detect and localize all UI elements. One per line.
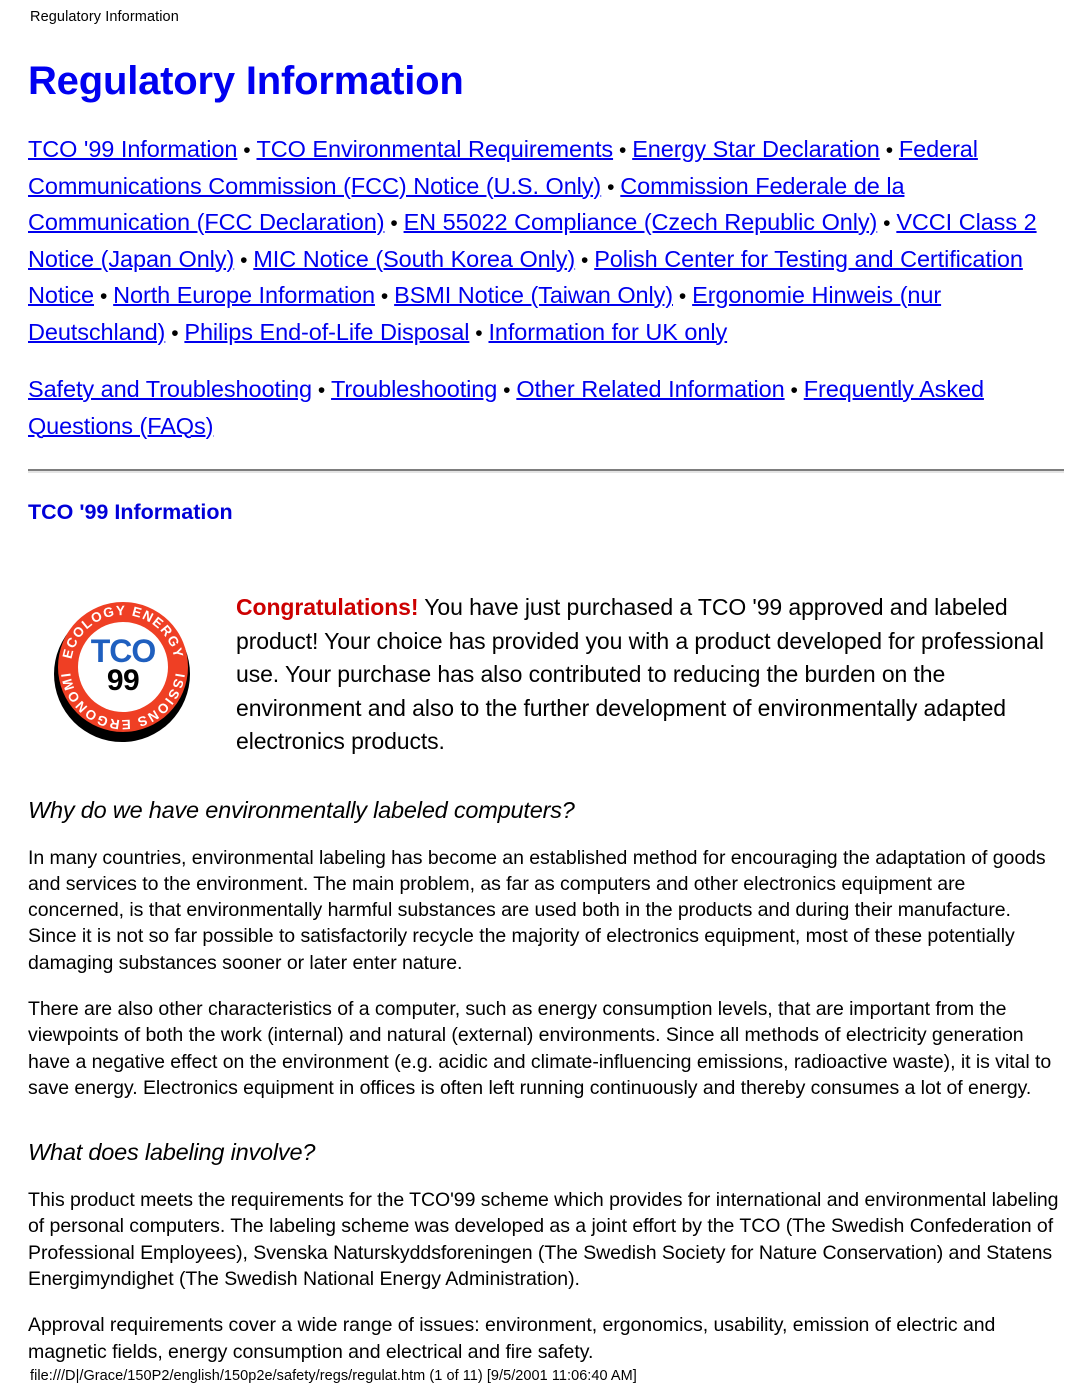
nav-separator: • [673, 285, 693, 308]
subheading-why-labeled: Why do we have environmentally labeled c… [28, 796, 575, 823]
paragraph-why-1: In many countries, environmental labelin… [28, 846, 1046, 974]
nav-separator: • [877, 212, 897, 235]
section-title-tco99: TCO '99 Information [28, 500, 233, 524]
document-page: Regulatory Information Regulatory Inform… [0, 0, 1080, 1397]
nav-separator: • [311, 379, 332, 402]
nav-separator: • [94, 285, 114, 308]
nav-link[interactable]: TCO '99 Information [28, 136, 237, 162]
document-content: Regulatory Information TCO '99 Informati… [28, 58, 1064, 1365]
nav-link[interactable]: Safety and Troubleshooting [28, 376, 312, 402]
running-header: Regulatory Information [30, 9, 179, 25]
logo-tco-word: TCO [90, 633, 157, 669]
logo-cell: ECOLOGY ENERGY EMISSIONS ERGONOMICS TCO … [28, 591, 236, 744]
nav-link[interactable]: MIC Notice (South Korea Only) [253, 246, 575, 272]
page-footer-path: file:///D|/Grace/150P2/english/150p2e/sa… [30, 1368, 637, 1384]
nav-separator: • [879, 139, 899, 162]
nav-link[interactable]: Troubleshooting [331, 376, 497, 402]
nav-link-group-secondary: Safety and Troubleshooting • Troubleshoo… [28, 372, 1064, 443]
section-divider [28, 469, 1064, 473]
nav-separator: • [375, 285, 395, 308]
nav-separator: • [613, 139, 633, 162]
nav-link[interactable]: North Europe Information [113, 282, 375, 308]
nav-link-group-primary: TCO '99 Information • TCO Environmental … [28, 132, 1064, 351]
nav-separator: • [234, 248, 254, 272]
nav-link[interactable]: Other Related Information [516, 376, 784, 402]
nav-separator: • [165, 321, 185, 345]
nav-separator: • [601, 175, 621, 199]
paragraph-why-2: There are also other characteristics of … [28, 997, 1052, 1099]
congratulations-paragraph: Congratulations! You have just purchased… [236, 591, 1064, 759]
subheading-what-labeling: What does labeling involve? [28, 1139, 316, 1166]
nav-separator: • [784, 379, 804, 402]
nav-separator: • [469, 321, 489, 345]
tco99-logo-icon: ECOLOGY ENERGY EMISSIONS ERGONOMICS TCO … [50, 601, 193, 744]
nav-link[interactable]: TCO Environmental Requirements [256, 136, 613, 162]
nav-link[interactable]: BSMI Notice (Taiwan Only) [394, 282, 673, 308]
nav-separator: • [237, 139, 257, 162]
nav-separator: • [575, 248, 595, 272]
congratulations-label: Congratulations! [236, 594, 419, 620]
nav-separator: • [384, 212, 404, 235]
nav-link[interactable]: EN 55022 Compliance (Czech Republic Only… [404, 209, 878, 235]
page-title: Regulatory Information [28, 59, 464, 103]
congratulations-cell: Congratulations! You have just purchased… [236, 591, 1064, 759]
tco-intro-row: ECOLOGY ENERGY EMISSIONS ERGONOMICS TCO … [28, 591, 1064, 759]
nav-link[interactable]: Philips End-of-Life Disposal [184, 319, 469, 345]
nav-link[interactable]: Information for UK only [488, 319, 727, 345]
paragraph-labeling-2: Approval requirements cover a wide range… [28, 1314, 996, 1363]
logo-year: 99 [106, 664, 140, 697]
nav-link[interactable]: Energy Star Declaration [632, 136, 880, 162]
paragraph-labeling-1: This product meets the requirements for … [28, 1189, 1059, 1291]
nav-separator: • [497, 379, 517, 402]
